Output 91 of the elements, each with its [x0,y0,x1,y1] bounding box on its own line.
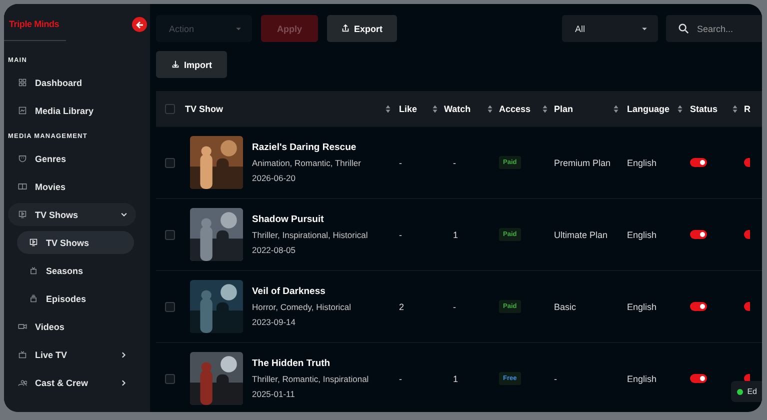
column-header[interactable]: Like [399,104,418,114]
table-cell: - [554,374,557,384]
sidebar-item[interactable]: TV Shows [8,203,136,226]
table-cell: - [399,158,402,168]
menu-icon [18,106,27,115]
sort-icon[interactable] [487,104,493,114]
table-cell: English [627,374,657,384]
sidebar-item[interactable]: Videos [8,315,136,338]
table-cell: - [453,158,456,168]
sidebar-subitem[interactable]: Episodes [17,287,134,310]
filter-dropdown[interactable]: All [562,15,658,42]
chevron-down-icon [120,210,128,218]
import-button[interactable]: Import [156,51,227,78]
sidebar-item[interactable]: Genres [8,147,136,170]
sort-icon[interactable] [677,104,683,114]
show-genres: Horror, Comedy, Historical [252,302,352,312]
show-genres: Thriller, Inspirational, Historical [252,230,368,240]
table-cell: 1 [453,374,458,384]
sidebar-item[interactable]: Media Library [8,99,136,122]
sidebar-item[interactable]: Live TV [8,343,136,366]
row-checkbox[interactable] [165,230,175,240]
upload-icon [341,24,350,33]
column-header[interactable]: Language [627,104,670,114]
show-title[interactable]: Raziel's Daring Rescue [252,142,361,153]
caret-down-icon [641,26,648,30]
table-cell: - [453,302,456,312]
arrow-left-icon [134,20,144,30]
show-title[interactable]: The Hidden Truth [252,358,369,369]
status-toggle[interactable] [690,302,707,311]
caret-down-icon [235,26,242,30]
chevron-right-icon [120,350,128,358]
action-stub [744,230,750,239]
chevron-right-icon [120,378,128,386]
status-toggle[interactable] [690,230,707,239]
table-cell: 2 [399,302,404,312]
show-genres: Thriller, Romantic, Inspirational [252,374,369,384]
sidebar-item[interactable]: Cast & Crew [8,371,136,394]
table-cell: 1 [453,230,458,240]
show-date: 2023-09-14 [252,317,296,327]
status-toggle[interactable] [690,374,707,383]
table-cell: - [399,374,402,384]
sort-icon[interactable] [432,104,438,114]
sidebar-subitem[interactable]: Seasons [17,259,134,282]
menu-icon [18,154,27,163]
sidebar-item[interactable]: Dashboard [8,71,136,94]
menu-icon [18,322,27,331]
sidebar-subitem[interactable]: TV Shows [17,231,134,254]
column-header[interactable]: TV Show [185,104,223,114]
menu-icon [18,210,27,219]
menu-icon [18,78,27,87]
column-header[interactable]: Access [499,104,531,114]
row-checkbox[interactable] [165,302,175,312]
action-stub [744,158,750,167]
menu-icon [29,266,38,275]
sort-icon[interactable] [732,104,738,114]
table-cell: Basic [554,302,576,312]
show-date: 2026-06-20 [252,173,296,183]
row-checkbox[interactable] [165,374,175,384]
column-header[interactable]: R [744,104,750,114]
search-icon [678,23,689,34]
show-title[interactable]: Veil of Darkness [252,286,352,297]
status-text: Ed [747,387,757,396]
table-cell: English [627,158,657,168]
table-cell: Ultimate Plan [554,230,608,240]
table-cell: English [627,302,657,312]
menu-icon [18,350,27,359]
show-date: 2022-08-05 [252,245,296,255]
menu-icon [18,378,27,387]
action-stub [744,302,750,311]
menu-icon [18,182,27,191]
brand-logo[interactable]: Triple Minds [9,19,60,29]
table-cell: Premium Plan [554,158,611,168]
show-date: 2025-01-11 [252,389,296,399]
download-icon [171,60,180,69]
menu-icon [29,294,38,303]
column-header[interactable]: Watch [444,104,471,114]
column-header[interactable]: Status [690,104,718,114]
export-button[interactable]: Export [327,15,397,42]
sort-icon[interactable] [613,104,619,114]
sort-icon[interactable] [542,104,548,114]
column-header[interactable]: Plan [554,104,574,114]
menu-icon [29,238,38,247]
select-all-checkbox[interactable] [165,104,175,114]
status-toggle[interactable] [690,158,707,167]
sort-icon[interactable] [385,104,391,114]
show-title[interactable]: Shadow Pursuit [252,214,368,225]
show-genres: Animation, Romantic, Thriller [252,158,361,168]
row-checkbox[interactable] [165,158,175,168]
table-cell: English [627,230,657,240]
sidebar-item[interactable]: Movies [8,175,136,198]
table-cell: - [399,230,402,240]
